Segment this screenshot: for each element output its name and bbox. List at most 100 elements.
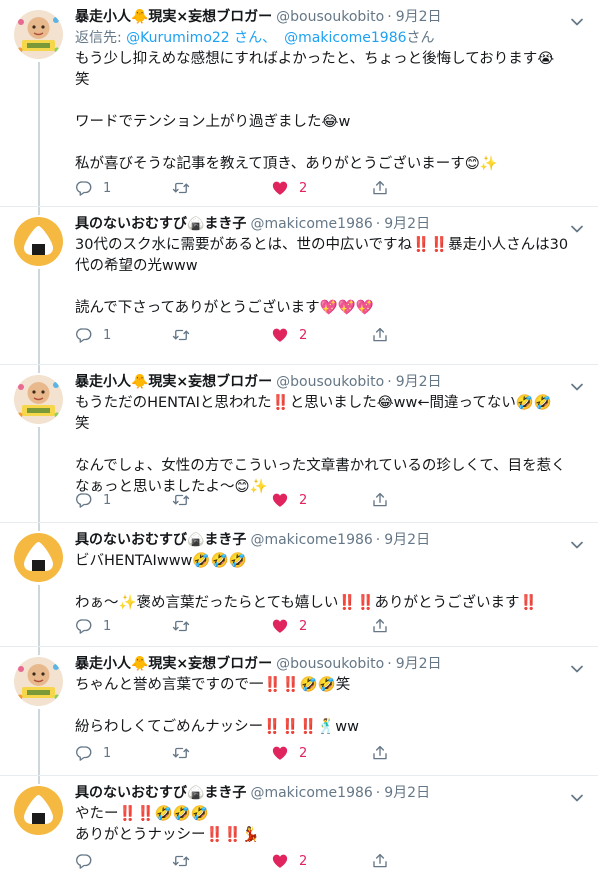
reply-button[interactable]: 1: [75, 178, 111, 198]
timestamp[interactable]: 9月2日: [384, 784, 430, 802]
tweet-paragraph: 紛らわしくてごめんナッシー‼️‼️‼️🕺ww: [75, 719, 359, 735]
tweet-paragraph: ちゃんと誉め言葉ですので一‼️‼️🤣🤣笑: [75, 677, 351, 693]
timestamp[interactable]: 9月2日: [396, 655, 442, 673]
retweet-icon: [172, 852, 190, 870]
thread-line: [38, 365, 40, 373]
user-handle[interactable]: @makicome1986: [250, 784, 372, 802]
like-button[interactable]: 2: [271, 616, 307, 636]
tweet-content: 暴走小人🐥現実×妄想ブロガー @bousoukobito · 9月2日ちゃんと誉め言葉…: [75, 655, 586, 738]
thread-line: [38, 427, 40, 522]
avatar[interactable]: [14, 375, 63, 424]
separator: ·: [375, 532, 381, 548]
reply-count: 1: [103, 618, 112, 634]
user-handle[interactable]: @makicome1986: [250, 531, 372, 549]
tweet-text: 30代のスク水に需要があるとは、世の中広いですね‼️‼️暴走小人さんは30 代の…: [75, 235, 586, 319]
display-name[interactable]: 暴走小人🐥現実×妄想ブロガー: [75, 373, 272, 391]
user-handle[interactable]: @bousoukobito: [276, 8, 384, 26]
display-name[interactable]: 具のないおむすび🍙まき子: [75, 531, 246, 549]
display-name[interactable]: 具のないおむすび🍙まき子: [75, 784, 246, 802]
tweet[interactable]: 具のないおむすび🍙まき子 @makicome1986 · 9月2日 やたー‼️‼️🤣🤣🤣…: [0, 776, 598, 881]
avatar[interactable]: [14, 657, 63, 706]
timestamp[interactable]: 9月2日: [396, 373, 442, 391]
share-button[interactable]: [371, 178, 389, 198]
tweet[interactable]: 暴走小人🐥現実×妄想ブロガー @bousoukobito · 9月2日 もうただのHEN…: [0, 365, 598, 523]
retweet-button[interactable]: [172, 178, 200, 198]
retweet-button[interactable]: [172, 490, 200, 510]
like-button[interactable]: 2: [271, 490, 307, 510]
reply-button[interactable]: 1: [75, 325, 111, 345]
like-button[interactable]: 2: [271, 178, 307, 198]
thread-line: [38, 62, 40, 206]
mention-link[interactable]: @makicome1986: [284, 30, 406, 46]
timestamp[interactable]: 9月2日: [384, 215, 430, 233]
retweet-button[interactable]: [172, 616, 200, 636]
retweet-icon: [172, 179, 190, 197]
tweet[interactable]: 暴走小人🐥現実×妄想ブロガー @bousoukobito · 9月2日ちゃんと誉め言葉…: [0, 647, 598, 776]
display-name[interactable]: 暴走小人🐥現実×妄想ブロガー: [75, 8, 272, 26]
reply-count: 1: [103, 180, 112, 196]
reply-button[interactable]: [75, 851, 103, 871]
like-button[interactable]: 2: [271, 851, 307, 871]
mention-link[interactable]: @Kurumimo22 さん、: [126, 30, 276, 46]
tweet-paragraph: もう少し抑えめな感想にすればよかったと、ちょっと後悔しております😭 笑: [75, 51, 555, 88]
tweet-paragraph: やたー‼️‼️🤣🤣🤣 ありがとうナッシー‼️‼️💃: [75, 806, 260, 843]
reply-icon: [75, 179, 93, 197]
tweet-paragraph: ワードでテンション上がり過ぎました😂w: [75, 114, 351, 130]
reply-icon: [75, 744, 93, 762]
avatar[interactable]: [14, 533, 63, 582]
reply-button[interactable]: 1: [75, 616, 111, 636]
tweet-paragraph: 読んで下さってありがとうございます💖💖💖: [75, 300, 374, 316]
reply-suffix: さん: [406, 30, 435, 46]
separator: ·: [375, 216, 381, 232]
tweet-actions: 12: [75, 490, 415, 510]
tweet-content: 具のないおむすび🍙まき子 @makicome1986 · 9月2日 30代のスク水に需要…: [75, 215, 586, 319]
share-icon: [371, 852, 389, 870]
thread-line: [38, 709, 40, 775]
user-handle[interactable]: @makicome1986: [250, 215, 372, 233]
heart-icon: [271, 852, 289, 870]
tweet-thread: 暴走小人🐥現実×妄想ブロガー @bousoukobito · 9月2日 返信先: @Ku…: [0, 0, 598, 881]
reply-button[interactable]: 1: [75, 743, 111, 763]
share-button[interactable]: [371, 616, 389, 636]
avatar[interactable]: [14, 10, 63, 59]
retweet-button[interactable]: [172, 743, 200, 763]
share-button[interactable]: [371, 851, 389, 871]
user-handle[interactable]: @bousoukobito: [276, 373, 384, 391]
share-button[interactable]: [371, 490, 389, 510]
tweet-paragraph: ビバHENTAIwww🤣🤣🤣: [75, 553, 247, 569]
avatar[interactable]: [14, 217, 63, 266]
tweet-text: ビバHENTAIwww🤣🤣🤣 わぁ〜✨褒め言葉だったらとても嬉しい‼️‼️ありがと…: [75, 551, 586, 614]
like-button[interactable]: 2: [271, 325, 307, 345]
like-count: 2: [299, 492, 308, 508]
tweet-text: やたー‼️‼️🤣🤣🤣 ありがとうナッシー‼️‼️💃: [75, 804, 586, 846]
separator: ·: [387, 656, 392, 672]
share-button[interactable]: [371, 743, 389, 763]
share-icon: [371, 744, 389, 762]
reply-button[interactable]: 1: [75, 490, 111, 510]
tweet-content: 暴走小人🐥現実×妄想ブロガー @bousoukobito · 9月2日 もうただのHEN…: [75, 373, 586, 498]
retweet-button[interactable]: [172, 325, 200, 345]
tweet[interactable]: 具のないおむすび🍙まき子 @makicome1986 · 9月2日ビバHENTAIww…: [0, 523, 598, 647]
tweet-actions: 12: [75, 178, 415, 198]
retweet-icon: [172, 491, 190, 509]
tweet-actions: 2: [75, 851, 415, 871]
timestamp[interactable]: 9月2日: [384, 531, 430, 549]
tweet[interactable]: 具のないおむすび🍙まき子 @makicome1986 · 9月2日 30代のスク水に需要…: [0, 207, 598, 365]
thread-line: [38, 269, 40, 364]
display-name[interactable]: 暴走小人🐥現実×妄想ブロガー: [75, 655, 272, 673]
tweet[interactable]: 暴走小人🐥現実×妄想ブロガー @bousoukobito · 9月2日 返信先: @Ku…: [0, 0, 598, 207]
heart-icon: [271, 744, 289, 762]
share-button[interactable]: [371, 325, 389, 345]
timestamp[interactable]: 9月2日: [396, 8, 442, 26]
display-name[interactable]: 具のないおむすび🍙まき子: [75, 215, 246, 233]
reply-icon: [75, 326, 93, 344]
user-handle[interactable]: @bousoukobito: [276, 655, 384, 673]
thread-line: [38, 207, 40, 215]
like-button[interactable]: 2: [271, 743, 307, 763]
reply-count: 1: [103, 745, 112, 761]
retweet-button[interactable]: [172, 851, 200, 871]
avatar[interactable]: [14, 786, 63, 835]
heart-icon: [271, 179, 289, 197]
tweet-content: 具のないおむすび🍙まき子 @makicome1986 · 9月2日 やたー‼️‼️🤣🤣🤣…: [75, 784, 586, 846]
tweet-header: 暴走小人🐥現実×妄想ブロガー @bousoukobito · 9月2日: [75, 373, 586, 391]
